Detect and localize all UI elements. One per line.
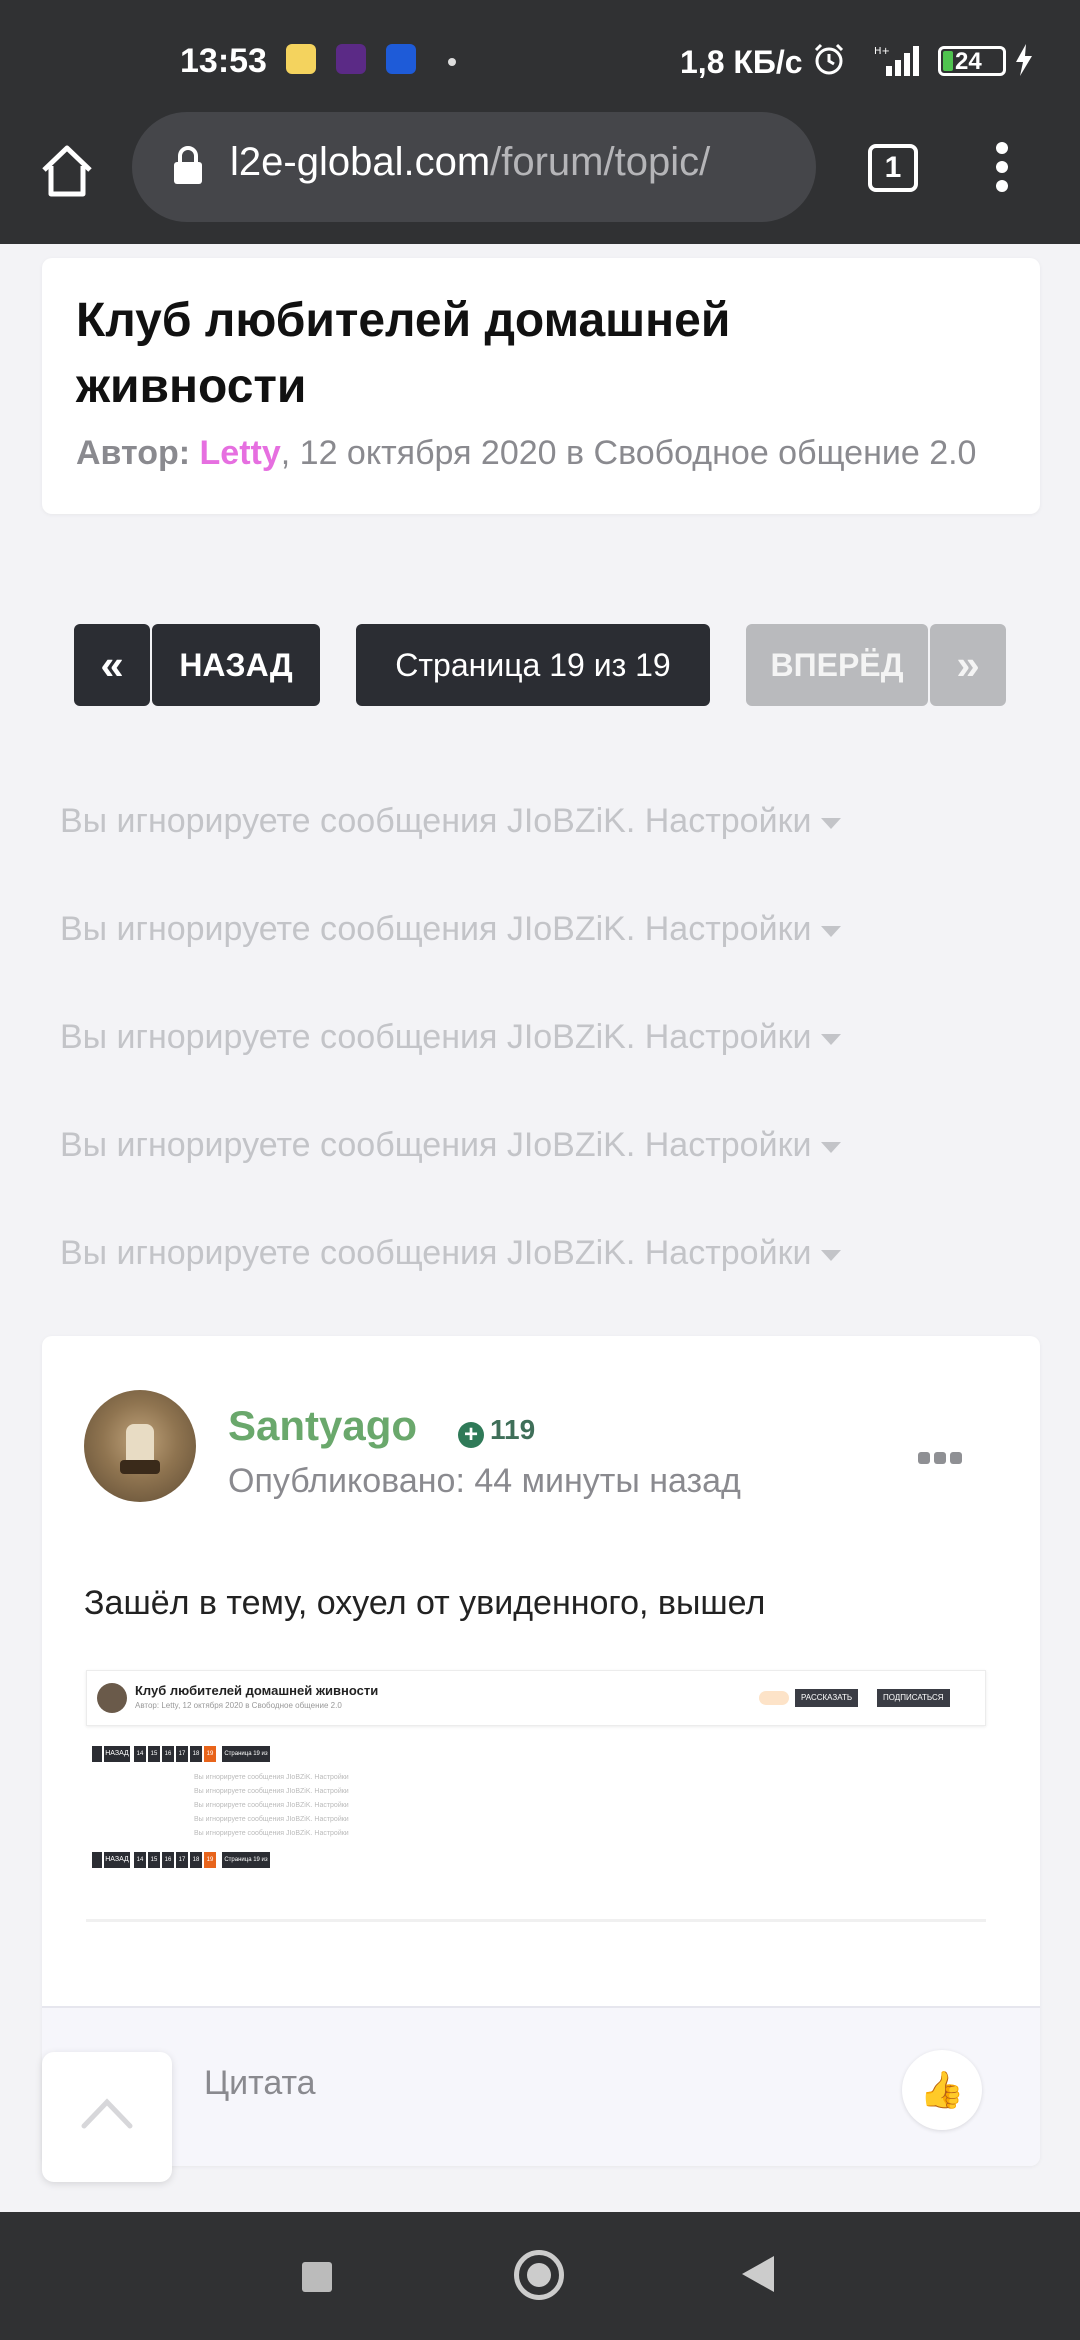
topic-meta-rest: , 12 октября 2020 в Свободное общение 2.…: [280, 434, 977, 472]
status-time: 13:53: [180, 42, 267, 80]
back-icon[interactable]: [742, 2256, 774, 2292]
topic-meta: Автор: Letty, 12 октября 2020 в Свободно…: [76, 434, 976, 473]
home-nav-icon[interactable]: [514, 2250, 564, 2300]
url-text[interactable]: l2e-global.com/forum/topic/: [230, 140, 790, 185]
url-host: l2e-global.com: [230, 140, 491, 184]
more-notifications-icon: [448, 58, 456, 66]
chevron-down-icon: [821, 1249, 842, 1261]
attached-screenshot[interactable]: Клуб любителей домашней живности Автор: …: [86, 1670, 986, 1922]
battery-icon: 24: [938, 46, 1006, 76]
avatar: [97, 1683, 127, 1713]
chevron-down-icon: [821, 925, 842, 937]
chevron-up-icon: [81, 2098, 133, 2129]
first-page-button[interactable]: «: [74, 624, 150, 706]
chevron-down-icon: [821, 1141, 842, 1153]
browser-menu-icon[interactable]: [992, 142, 1012, 196]
chevron-down-icon: [821, 817, 842, 829]
charging-icon: [1016, 44, 1032, 76]
last-page-button: »: [930, 624, 1006, 706]
avatar[interactable]: [84, 1390, 196, 1502]
author-label: Автор:: [76, 434, 191, 472]
post-author-link[interactable]: Santyago: [228, 1402, 417, 1450]
topic-title: Клуб любителей домашней живности: [76, 294, 731, 413]
tabs-button[interactable]: 1: [868, 144, 918, 192]
ignored-message[interactable]: Вы игнорируете сообщения JIoBZiK. Настро…: [60, 910, 842, 949]
ignored-message[interactable]: Вы игнорируете сообщения JIoBZiK. Настро…: [60, 1234, 842, 1273]
thumbs-up-icon[interactable]: 👍: [902, 2050, 982, 2130]
network-speed: 1,8 КБ/с: [680, 44, 803, 80]
post-footer: Цитата 👍: [42, 2006, 1040, 2166]
page-select[interactable]: Страница 19 из 19: [356, 624, 710, 706]
home-icon[interactable]: [38, 142, 96, 200]
plus-icon: +: [458, 1422, 484, 1448]
app-icon: [336, 44, 366, 74]
signal-icon: H+: [874, 46, 919, 76]
ozon-icon: [386, 44, 416, 74]
reputation-badge: +119: [458, 1414, 535, 1448]
post-text: Зашёл в тему, охуел от увиденного, вышел: [84, 1584, 766, 1622]
recent-apps-icon[interactable]: [302, 2262, 332, 2292]
quote-button[interactable]: Цитата: [204, 2064, 316, 2103]
alarm-icon: [814, 43, 844, 75]
ignored-message[interactable]: Вы игнорируете сообщения JIoBZiK. Настро…: [60, 1018, 842, 1057]
more-options-icon[interactable]: [918, 1452, 966, 1466]
svg-text:H+: H+: [874, 46, 890, 57]
post-card: Santyago +119 Опубликовано: 44 минуты на…: [42, 1336, 1040, 2166]
prev-page-button[interactable]: НАЗАД: [152, 624, 320, 706]
next-page-button: ВПЕРЁД: [746, 624, 928, 706]
ignored-message[interactable]: Вы игнорируете сообщения JIoBZiK. Настро…: [60, 802, 842, 841]
post-date: Опубликовано: 44 минуты назад: [228, 1462, 741, 1500]
app-icon: [286, 44, 316, 74]
status-bar: 13:53 1,8 КБ/с H+ 24: [0, 0, 1080, 120]
topic-header-card: Клуб любителей домашней живности Автор: …: [42, 258, 1040, 514]
lock-icon: [174, 146, 202, 184]
chevron-down-icon: [821, 1033, 842, 1045]
url-path: /forum/topic/: [490, 140, 711, 184]
topic-author-link[interactable]: Letty: [200, 434, 281, 472]
ignored-message[interactable]: Вы игнорируете сообщения JIoBZiK. Настро…: [60, 1126, 842, 1165]
scroll-top-button[interactable]: [42, 2052, 172, 2182]
